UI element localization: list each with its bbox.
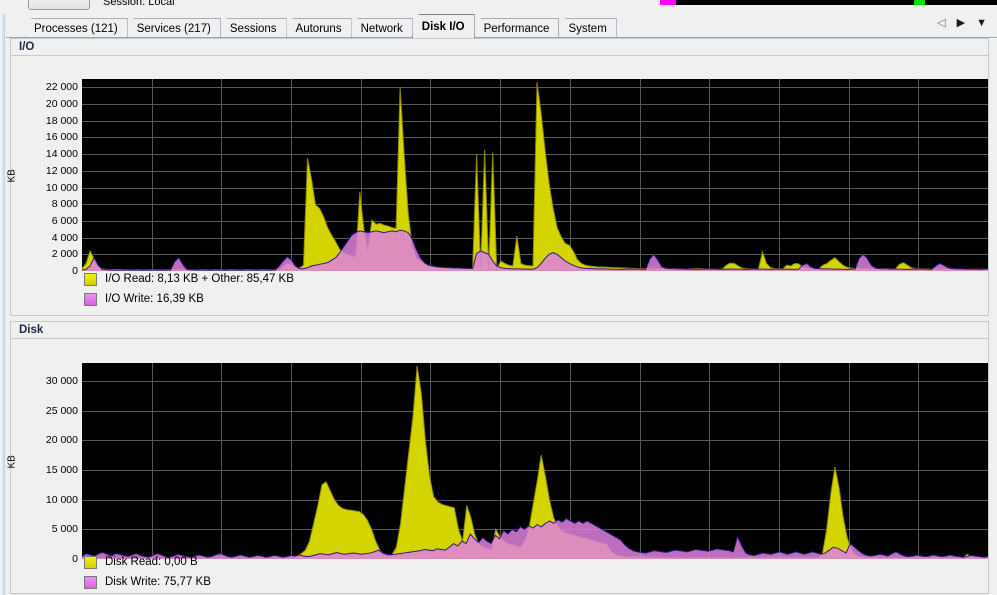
legend-row: Disk Read: 0,00 B xyxy=(84,552,211,572)
y-tick-label: 0 xyxy=(72,553,78,565)
clipped-mini-chart: Mem: Peak: 4/8 PB xyxy=(660,0,997,5)
y-tick-label: 10 000 xyxy=(45,181,78,194)
green-swatch xyxy=(914,0,925,5)
io-legend: I/O Read: 8,13 KB + Other: 85,47 KB I/O W… xyxy=(84,269,294,309)
tab-scroll-left-icon[interactable]: ◁ xyxy=(937,18,945,29)
y-tick-label: 6 000 xyxy=(51,214,78,227)
tab-label: System xyxy=(568,22,607,35)
disk-section-title: Disk xyxy=(11,322,988,339)
y-tick-label: 30 000 xyxy=(45,374,78,387)
legend-label: Disk Read: 0,00 B xyxy=(105,556,198,568)
magenta-swatch xyxy=(660,0,676,5)
tab-system[interactable]: System xyxy=(558,18,617,38)
legend-read-swatch-icon xyxy=(84,272,97,286)
y-tick-label: 0 xyxy=(72,265,78,277)
y-axis-title: KB xyxy=(6,169,18,183)
tab-label: Disk I/O xyxy=(421,20,465,33)
disk-groupbox: Disk 0 5 000 10 000 15 000 20 000 25 000 30 00… xyxy=(6,321,989,594)
tab-disk-i-o[interactable]: Disk I/O xyxy=(411,14,475,38)
window-left-rail-highlight xyxy=(0,14,2,595)
tab-services-217[interactable]: Services (217) xyxy=(126,18,221,38)
tab-list: Processes (121) Services (217) Sessions Aut… xyxy=(24,14,617,38)
legend-label: I/O Write: 16,39 KB xyxy=(105,293,204,305)
y-axis-ticks: 0 2 000 4 000 6 000 8 000 10 000 12 000 14 000 1… xyxy=(20,79,78,277)
io-section-title: I/O xyxy=(11,39,988,56)
legend-write-swatch-icon xyxy=(84,575,97,589)
y-tick-label: 10 000 xyxy=(45,493,78,506)
y-tick-label: 14 000 xyxy=(45,148,78,161)
tab-autoruns[interactable]: Autoruns xyxy=(285,18,352,38)
io-chart-plot[interactable] xyxy=(82,79,988,271)
tab-label: Processes (121) xyxy=(34,22,118,35)
y-tick-label: 4 000 xyxy=(51,231,78,244)
y-tick-label: 25 000 xyxy=(45,404,78,417)
clipped-top-strip: Session: Local Mem: Peak: 4/8 PB xyxy=(0,0,997,14)
legend-row: I/O Read: 8,13 KB + Other: 85,47 KB xyxy=(84,269,294,289)
tab-performance[interactable]: Performance xyxy=(473,18,560,38)
y-tick-label: 22 000 xyxy=(45,81,78,94)
disk-chart-plot[interactable] xyxy=(82,363,988,559)
clipped-session-label: Session: Local xyxy=(103,0,175,8)
legend-row: Disk Write: 75,77 KB xyxy=(84,572,211,592)
legend-write-swatch-icon xyxy=(84,292,97,306)
legend-label: Disk Write: 75,77 KB xyxy=(105,576,211,588)
legend-row: I/O Write: 16,39 KB xyxy=(84,289,294,309)
tab-label: Autoruns xyxy=(295,22,342,35)
clipped-chart-label: Mem: Peak: 4/8 PB xyxy=(730,0,816,2)
clipped-button[interactable] xyxy=(28,0,90,10)
y-axis-title: KB xyxy=(6,455,18,469)
tab-nav-controls: ◁ ▶ ▼ xyxy=(937,18,987,29)
legend-label: I/O Read: 8,13 KB + Other: 85,47 KB xyxy=(105,273,294,285)
tab-sessions[interactable]: Sessions xyxy=(219,18,287,38)
y-tick-label: 12 000 xyxy=(45,164,78,177)
y-tick-label: 15 000 xyxy=(45,463,78,476)
tab-label: Sessions xyxy=(229,22,277,35)
tab-label: Network xyxy=(360,22,403,35)
tab-list-menu-icon[interactable]: ▼ xyxy=(976,18,987,29)
y-tick-label: 18 000 xyxy=(45,114,78,127)
tab-network[interactable]: Network xyxy=(350,18,413,38)
y-tick-label: 2 000 xyxy=(51,248,78,261)
y-tick-label: 5 000 xyxy=(51,523,78,536)
legend-read-swatch-icon xyxy=(84,555,97,569)
y-axis-ticks: 0 5 000 10 000 15 000 20 000 25 000 30 000 xyxy=(20,363,78,565)
tab-label: Services (217) xyxy=(136,22,211,35)
y-tick-label: 20 000 xyxy=(45,434,78,447)
tab-processes-121[interactable]: Processes (121) xyxy=(24,18,128,38)
y-tick-label: 8 000 xyxy=(51,198,78,211)
tab-label: Performance xyxy=(483,22,550,35)
y-tick-label: 20 000 xyxy=(45,98,78,111)
y-tick-label: 16 000 xyxy=(45,131,78,144)
window-left-rail xyxy=(0,14,5,595)
disk-legend: Disk Read: 0,00 B Disk Write: 75,77 KB xyxy=(84,552,211,592)
io-groupbox: I/O 0 2 000 4 000 6 000 8 000 10 000 12 000 14 … xyxy=(6,38,989,316)
disk-io-page: Session: Local Mem: Peak: 4/8 PB Process… xyxy=(0,0,997,595)
tab-bar: Processes (121) Services (217) Sessions Aut… xyxy=(6,14,997,39)
tab-scroll-right-icon[interactable]: ▶ xyxy=(957,18,965,29)
